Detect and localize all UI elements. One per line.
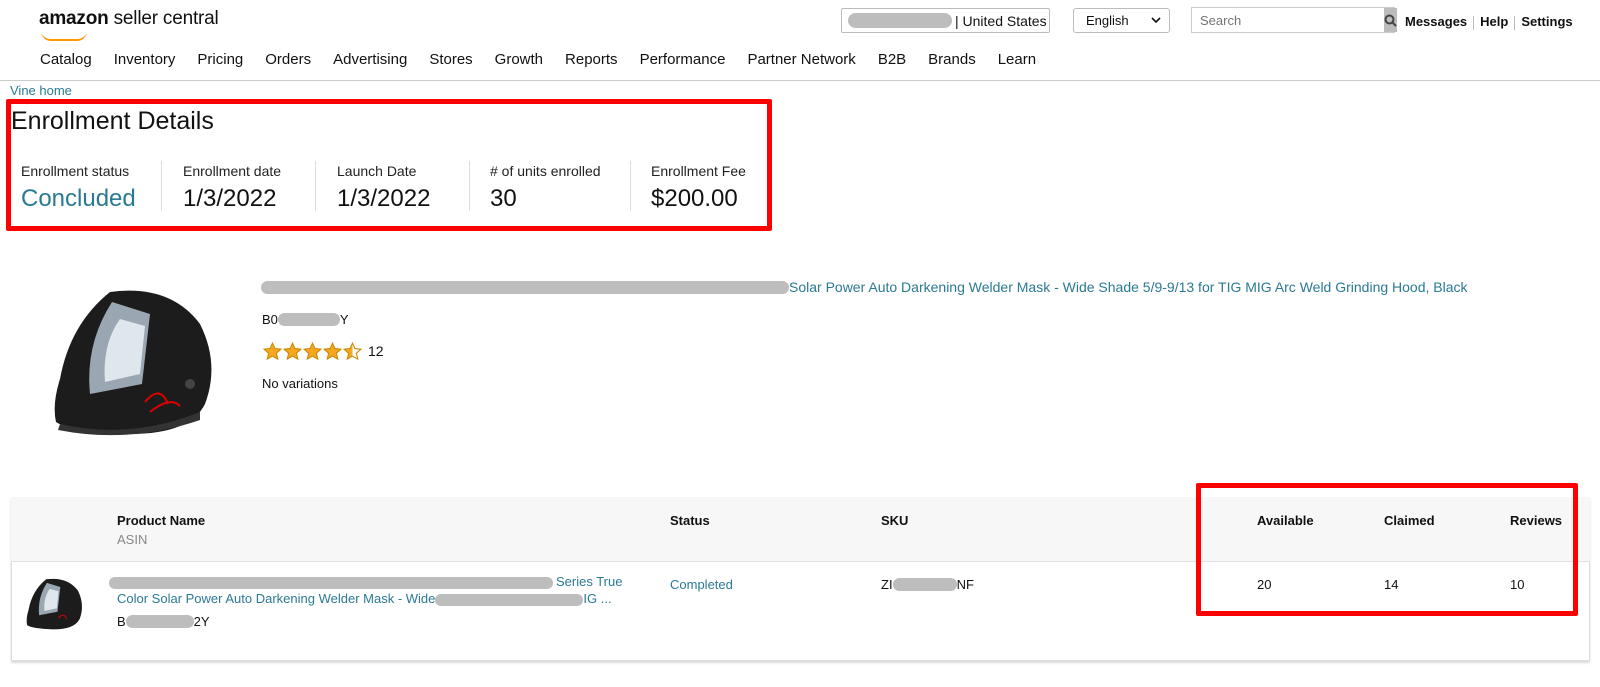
main-nav: Catalog Inventory Pricing Orders Adverti… bbox=[40, 51, 1058, 68]
redacted-asin bbox=[125, 615, 194, 628]
marketplace-label: | United States bbox=[955, 12, 1047, 29]
stat-label: # of units enrolled bbox=[490, 163, 601, 179]
nav-catalog[interactable]: Catalog bbox=[40, 51, 92, 68]
stat-value: 1/3/2022 bbox=[337, 185, 431, 212]
product-title-text: Solar Power Auto Darkening Welder Mask -… bbox=[789, 279, 1468, 295]
redacted-name bbox=[435, 593, 584, 606]
redacted-name bbox=[109, 576, 553, 589]
col-sku[interactable]: SKU bbox=[881, 513, 908, 528]
row-product-thumbnail[interactable] bbox=[25, 576, 85, 632]
settings-link[interactable]: Settings bbox=[1521, 14, 1572, 29]
page-title: Enrollment Details bbox=[11, 107, 214, 135]
divider bbox=[630, 161, 631, 211]
messages-link[interactable]: Messages bbox=[1405, 14, 1467, 29]
row-asin: B 2Y bbox=[117, 614, 210, 629]
nav-growth[interactable]: Growth bbox=[495, 51, 543, 68]
star-icon bbox=[343, 342, 362, 360]
nav-performance[interactable]: Performance bbox=[640, 51, 726, 68]
nav-partner-network[interactable]: Partner Network bbox=[747, 51, 855, 68]
stat-value: 1/3/2022 bbox=[183, 185, 277, 212]
redacted-sku bbox=[892, 578, 957, 591]
row-product-name-link[interactable]: Series True Color Solar Power Auto Darke… bbox=[109, 573, 641, 607]
variations-text: No variations bbox=[262, 376, 338, 391]
stat-enrollment-date: Enrollment date 1/3/2022 bbox=[183, 163, 281, 213]
redacted-asin bbox=[277, 313, 340, 326]
redacted-account-name bbox=[848, 13, 952, 28]
nav-reports[interactable]: Reports bbox=[565, 51, 618, 68]
nav-b2b[interactable]: B2B bbox=[878, 51, 906, 68]
stat-value: $200.00 bbox=[651, 185, 738, 212]
chevron-down-icon bbox=[1151, 17, 1161, 24]
star-icon bbox=[283, 342, 302, 360]
star-icon bbox=[303, 342, 322, 360]
divider bbox=[469, 161, 470, 211]
nav-inventory[interactable]: Inventory bbox=[114, 51, 176, 68]
stat-label: Launch Date bbox=[337, 163, 417, 179]
search-input[interactable] bbox=[1192, 8, 1384, 32]
language-select[interactable]: English bbox=[1073, 8, 1170, 33]
stat-label: Enrollment status bbox=[21, 163, 130, 179]
stat-enrollment-status: Enrollment status Concluded bbox=[21, 163, 136, 213]
amazon-seller-central-logo[interactable]: amazon seller central bbox=[39, 8, 219, 41]
rating-stars[interactable]: 12 bbox=[263, 342, 384, 360]
search-icon bbox=[1384, 14, 1397, 27]
language-value: English bbox=[1086, 13, 1129, 28]
divider bbox=[315, 161, 316, 211]
review-count: 12 bbox=[368, 343, 384, 359]
nav-stores[interactable]: Stores bbox=[429, 51, 472, 68]
logo-smile-icon bbox=[41, 31, 87, 41]
product-image-welding-helmet[interactable] bbox=[50, 284, 220, 440]
top-links: Messages Help Settings bbox=[1405, 14, 1573, 30]
star-rating bbox=[263, 342, 363, 360]
row-sku: ZI NF bbox=[881, 577, 974, 592]
stat-value: Concluded bbox=[21, 185, 136, 212]
nav-learn[interactable]: Learn bbox=[998, 51, 1036, 68]
redacted-title bbox=[261, 280, 789, 294]
highlight-box-counts bbox=[1196, 483, 1578, 616]
star-icon bbox=[323, 342, 342, 360]
col-product-name[interactable]: Product Name bbox=[117, 513, 205, 528]
stat-launch-date: Launch Date 1/3/2022 bbox=[337, 163, 430, 213]
search-box[interactable] bbox=[1191, 7, 1397, 33]
stat-label: Enrollment date bbox=[183, 163, 282, 179]
stat-value: 30 bbox=[490, 185, 517, 212]
marketplace-selector[interactable]: | United States bbox=[841, 8, 1050, 33]
nav-advertising[interactable]: Advertising bbox=[333, 51, 407, 68]
star-icon bbox=[263, 342, 282, 360]
stat-enrollment-fee: Enrollment Fee $200.00 bbox=[651, 163, 746, 213]
col-asin: ASIN bbox=[117, 532, 148, 547]
nav-pricing[interactable]: Pricing bbox=[197, 51, 243, 68]
col-status[interactable]: Status bbox=[670, 513, 710, 528]
help-link[interactable]: Help bbox=[1480, 14, 1508, 29]
divider bbox=[161, 161, 162, 211]
nav-orders[interactable]: Orders bbox=[265, 51, 311, 68]
search-button[interactable] bbox=[1384, 8, 1397, 32]
divider bbox=[1514, 15, 1516, 30]
stat-label: Enrollment Fee bbox=[651, 163, 746, 179]
nav-brands[interactable]: Brands bbox=[928, 51, 976, 68]
row-status-link[interactable]: Completed bbox=[670, 577, 733, 592]
product-asin: B0 Y bbox=[262, 312, 349, 327]
divider bbox=[1473, 15, 1475, 30]
header-divider bbox=[0, 80, 1600, 81]
stat-units-enrolled: # of units enrolled 30 bbox=[490, 163, 601, 213]
product-title-link[interactable]: Solar Power Auto Darkening Welder Mask -… bbox=[261, 279, 1468, 295]
breadcrumb-vine-home[interactable]: Vine home bbox=[10, 83, 72, 98]
